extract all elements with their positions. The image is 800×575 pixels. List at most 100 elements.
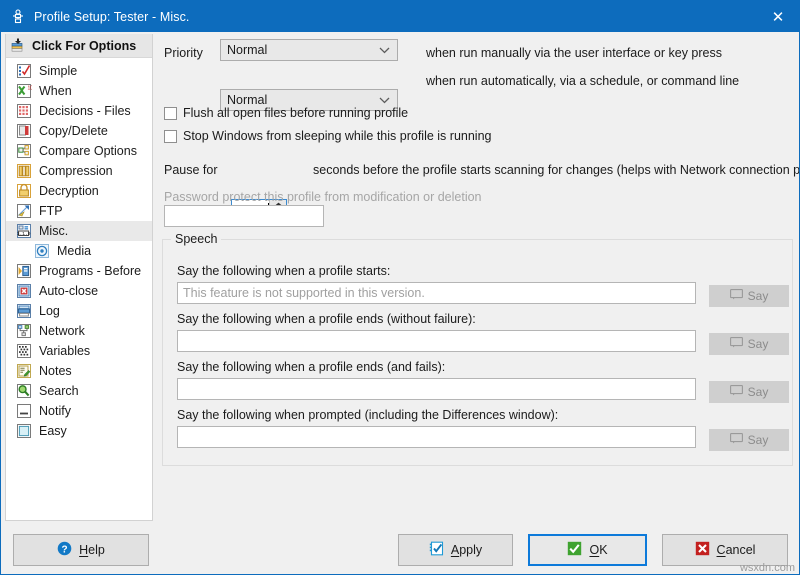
help-icon: ? [57,541,72,559]
speech-input-profile-ends-ok[interactable] [177,330,696,352]
pause-label-wrap: Pause for [164,161,218,179]
help-button[interactable]: ? Help [13,534,149,566]
cancel-accel: C [717,543,726,557]
apply-button[interactable]: Apply [398,534,513,566]
flush-files-checkbox-row[interactable]: Flush all open files before running prof… [164,106,408,120]
programs-icon [16,263,32,279]
svg-text:?: ? [62,544,68,555]
search-icon [16,383,32,399]
network-icon [16,323,32,339]
click-for-options-header[interactable]: Click For Options [6,34,152,58]
sidebar-item-label: Network [39,324,85,338]
sidebar-item-compare-options[interactable]: Compare Options [6,141,152,161]
speech-entry-prompted: Say the following when prompted (includi… [177,408,696,448]
simple-icon [16,63,32,79]
help-button-label: Help [79,543,105,557]
sidebar-item-when[interactable]: 10 When [6,81,152,101]
pause-label: Pause for [164,163,218,177]
pause-suffix-wrap: seconds before the profile starts scanni… [313,161,800,179]
sidebar-item-decryption[interactable]: Decryption [6,181,152,201]
sidebar-item-label: Auto-close [39,284,98,298]
sidebar-item-decisions-files[interactable]: Decisions - Files [6,101,152,121]
sidebar-item-easy[interactable]: Easy [6,421,152,441]
options-stack-icon [10,38,26,54]
ok-button[interactable]: OK [528,534,647,566]
stop-sleep-checkbox[interactable] [164,130,177,143]
sidebar-item-media[interactable]: Media [6,241,152,261]
sidebar-item-log[interactable]: Log [6,301,152,321]
sidebar-item-label: Compare Options [39,144,137,158]
say-button-profile-fails[interactable]: Say [709,381,789,403]
variables-icon [16,343,32,359]
compare-icon [16,143,32,159]
sidebar-item-auto-close[interactable]: Auto-close [6,281,152,301]
log-icon [16,303,32,319]
say-button-label: Say [748,289,769,303]
notes-icon [16,363,32,379]
sidebar-item-simple[interactable]: Simple [6,61,152,81]
priority-auto-description: when run automatically, via a schedule, … [426,74,739,88]
dialog-button-bar: ? Help Apply [1,529,800,575]
sidebar-item-search[interactable]: Search [6,381,152,401]
sidebar-item-label: Log [39,304,60,318]
sidebar-item-label: Decisions - Files [39,104,131,118]
sidebar-item-label: Compression [39,164,113,178]
sidebar-item-label: When [39,84,72,98]
sidebar-item-notify[interactable]: Notify [6,401,152,421]
speech-label-profile-fails: Say the following when a profile ends (a… [177,360,696,374]
sidebar-item-label: FTP [39,204,63,218]
speech-group: Speech Say the following when a profile … [162,239,793,466]
speech-entry-profile-starts: Say the following when a profile starts:… [177,264,696,304]
sidebar-item-ftp[interactable]: FTP [6,201,152,221]
password-label-wrap: Password protect this profile from modif… [164,188,482,206]
say-button-label: Say [748,433,769,447]
stop-sleep-checkbox-row[interactable]: Stop Windows from sleeping while this pr… [164,129,491,143]
speech-entry-profile-ends-ok: Say the following when a profile ends (w… [177,312,696,352]
autoclose-icon [16,283,32,299]
help-accel: H [79,543,88,557]
sidebar-item-variables[interactable]: Variables [6,341,152,361]
sidebar-item-label: Misc. [39,224,68,238]
misc-icon: 1.1.0 [16,223,32,239]
sidebar-item-label: Media [57,244,91,258]
flush-files-label: Flush all open files before running prof… [183,106,408,120]
flush-files-checkbox[interactable] [164,107,177,120]
sidebar-item-label: Easy [39,424,67,438]
priority-label: Priority [164,46,203,60]
sidebar-item-misc[interactable]: 1.1.0 Misc. [6,221,152,241]
say-button-profile-ends-ok[interactable]: Say [709,333,789,355]
apply-accel: A [451,543,459,557]
password-input[interactable] [164,205,324,227]
speech-input-profile-fails[interactable] [177,378,696,400]
say-button-profile-starts[interactable]: Say [709,285,789,307]
say-button-label: Say [748,337,769,351]
sidebar-item-copy-delete[interactable]: Copy/Delete [6,121,152,141]
title-bar: Profile Setup: Tester - Misc. ✕ [1,1,800,32]
svg-text:1.1.0: 1.1.0 [17,231,31,237]
ok-accel: O [589,543,599,557]
speech-input-profile-starts[interactable]: This feature is not supported in this ve… [177,282,696,304]
misc-settings-panel: Priority Normal when run manually via th… [158,34,797,521]
priority-manual-dropdown[interactable]: Normal [220,39,398,61]
sidebar-item-programs-before[interactable]: Programs - Before [6,261,152,281]
say-button-prompted[interactable]: Say [709,429,789,451]
priority-auto-value: Normal [227,93,267,107]
sidebar-item-label: Notify [39,404,71,418]
priority-manual-description: when run manually via the user interface… [426,46,722,60]
speech-input-prompted[interactable] [177,426,696,448]
apply-button-label: Apply [451,543,482,557]
when-icon: 10 [16,83,32,99]
speech-label-prompted: Say the following when prompted (includi… [177,408,696,422]
say-button-label: Say [748,385,769,399]
cancel-post: ancel [726,543,756,557]
sidebar-item-notes[interactable]: Notes [6,361,152,381]
close-icon[interactable]: ✕ [755,1,800,32]
help-post: elp [88,543,105,557]
speech-bubble-icon [730,289,743,303]
priority-label-wrap: Priority [164,44,203,62]
speech-entry-profile-fails: Say the following when a profile ends (a… [177,360,696,400]
sidebar-item-compression[interactable]: Compression [6,161,152,181]
decisions-icon [16,103,32,119]
sidebar-item-network[interactable]: Network [6,321,152,341]
click-for-options-label: Click For Options [32,39,136,53]
